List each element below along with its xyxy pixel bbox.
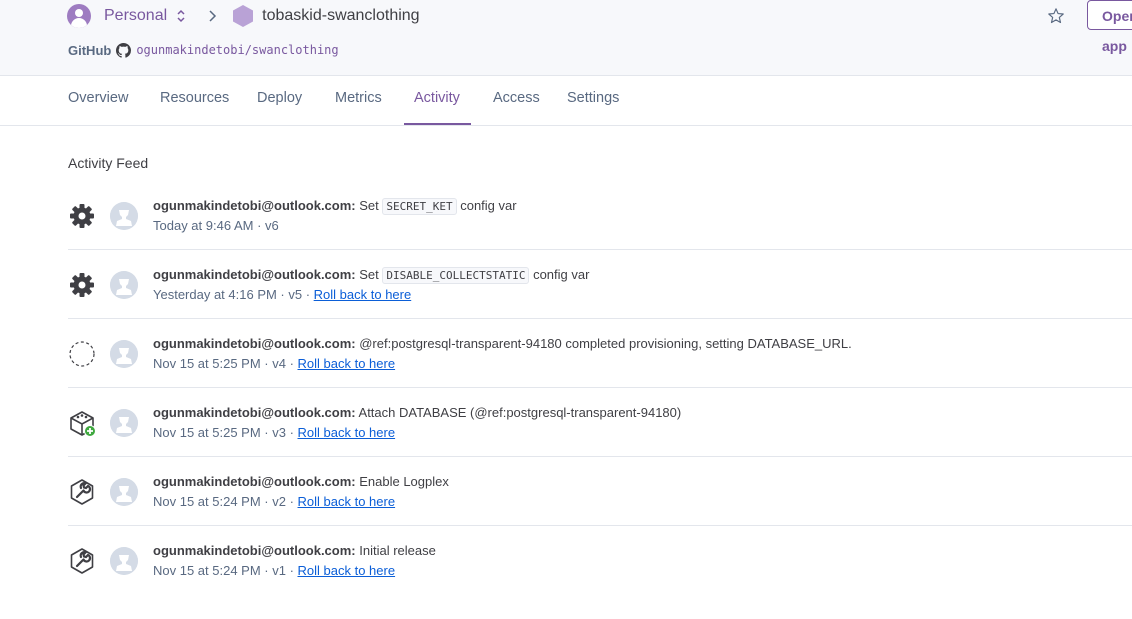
activity-text: Set: [355, 198, 383, 213]
tab-activity[interactable]: Activity: [414, 90, 460, 106]
activity-text: Enable Logplex: [355, 474, 449, 489]
user-avatar: [110, 271, 138, 299]
activity-text: Set: [355, 267, 383, 282]
user-avatar: [110, 547, 138, 575]
activity-description: ogunmakindetobi@outlook.com: Initial rel…: [153, 543, 436, 558]
user-avatar: [110, 340, 138, 368]
activity-user: ogunmakindetobi@outlook.com:: [153, 198, 356, 213]
chevron-right-icon: [209, 10, 217, 22]
tab-deploy[interactable]: Deploy: [257, 90, 302, 106]
user-avatar: [110, 478, 138, 506]
activity-timestamp: Nov 15 at 5:25 PM · v3 ·: [153, 425, 298, 440]
wrench-icon: [68, 547, 96, 575]
activity-timestamp: Today at 9:46 AM · v6: [153, 218, 279, 233]
dashed-circle-icon: [68, 340, 96, 368]
activity-description: ogunmakindetobi@outlook.com: Attach DATA…: [153, 405, 681, 420]
app-name[interactable]: tobaskid-swanclothing: [262, 7, 419, 25]
activity-meta: Nov 15 at 5:25 PM · v4 · Roll back to he…: [153, 356, 395, 371]
activity-meta: Today at 9:46 AM · v6: [153, 218, 279, 233]
config-var-name: SECRET_KET: [382, 198, 457, 215]
app-header: Personal tobaskid-swanclothing Open app …: [0, 0, 1132, 76]
activity-text: Attach DATABASE (@ref:postgresql-transpa…: [355, 405, 682, 420]
activity-timestamp: Nov 15 at 5:25 PM · v4 ·: [153, 356, 298, 371]
activity-user: ogunmakindetobi@outlook.com:: [153, 474, 356, 489]
rollback-link[interactable]: Roll back to here: [298, 563, 396, 578]
github-repo-link[interactable]: ogunmakindetobi/swanclothing: [136, 43, 338, 57]
activity-description: ogunmakindetobi@outlook.com: @ref:postgr…: [153, 336, 852, 351]
activity-text-suffix: config var: [456, 198, 517, 213]
breadcrumb: Personal tobaskid-swanclothing: [67, 4, 420, 28]
activity-description: ogunmakindetobi@outlook.com: Enable Logp…: [153, 474, 449, 489]
app-hexagon-icon: [233, 5, 254, 27]
user-avatar: [110, 409, 138, 437]
app-tabs: Overview Resources Deploy Metrics Activi…: [0, 76, 1132, 126]
personal-avatar-icon[interactable]: [67, 4, 91, 28]
activity-item: ogunmakindetobi@outlook.com: Set SECRET_…: [68, 181, 1132, 250]
activity-item: ogunmakindetobi@outlook.com: Enable Logp…: [68, 457, 1132, 526]
addon-attach-icon: [68, 409, 96, 437]
gear-icon: [68, 202, 96, 230]
wrench-icon: [68, 478, 96, 506]
activity-text: Initial release: [355, 543, 436, 558]
github-connection: GitHub ogunmakindetobi/swanclothing: [68, 42, 339, 58]
activity-user: ogunmakindetobi@outlook.com:: [153, 336, 356, 351]
tab-metrics[interactable]: Metrics: [335, 90, 382, 106]
activity-description: ogunmakindetobi@outlook.com: Set DISABLE…: [153, 267, 590, 284]
activity-timestamp: Nov 15 at 5:24 PM · v1 ·: [153, 563, 298, 578]
activity-item: ogunmakindetobi@outlook.com: Initial rel…: [68, 526, 1132, 594]
tab-overview[interactable]: Overview: [68, 90, 128, 106]
activity-feed: ogunmakindetobi@outlook.com: Set SECRET_…: [68, 181, 1132, 594]
activity-meta: Nov 15 at 5:24 PM · v1 · Roll back to he…: [153, 563, 395, 578]
rollback-link[interactable]: Roll back to here: [298, 494, 396, 509]
rollback-link[interactable]: Roll back to here: [314, 287, 412, 302]
activity-timestamp: Nov 15 at 5:24 PM · v2 ·: [153, 494, 298, 509]
activity-feed-title: Activity Feed: [68, 155, 149, 171]
github-label: GitHub: [68, 42, 112, 58]
tab-resources[interactable]: Resources: [160, 90, 229, 106]
activity-item: ogunmakindetobi@outlook.com: Attach DATA…: [68, 388, 1132, 457]
activity-meta: Yesterday at 4:16 PM · v5 · Roll back to…: [153, 287, 411, 302]
github-icon: [116, 42, 132, 58]
activity-timestamp: Yesterday at 4:16 PM · v5 ·: [153, 287, 314, 302]
open-app-button[interactable]: Open app: [1087, 0, 1132, 54]
account-switcher[interactable]: Personal: [104, 7, 167, 25]
rollback-link[interactable]: Roll back to here: [298, 356, 396, 371]
tab-settings[interactable]: Settings: [567, 90, 619, 106]
activity-meta: Nov 15 at 5:24 PM · v2 · Roll back to he…: [153, 494, 395, 509]
activity-meta: Nov 15 at 5:25 PM · v3 · Roll back to he…: [153, 425, 395, 440]
activity-user: ogunmakindetobi@outlook.com:: [153, 405, 356, 420]
updown-chevron-icon[interactable]: [176, 9, 186, 23]
activity-user: ogunmakindetobi@outlook.com:: [153, 543, 356, 558]
active-tab-indicator: [404, 123, 471, 125]
config-var-name: DISABLE_COLLECTSTATIC: [382, 267, 530, 284]
favorite-star-icon[interactable]: [1047, 7, 1065, 25]
activity-item: ogunmakindetobi@outlook.com: @ref:postgr…: [68, 319, 1132, 388]
activity-description: ogunmakindetobi@outlook.com: Set SECRET_…: [153, 198, 517, 215]
activity-text-suffix: config var: [529, 267, 590, 282]
rollback-link[interactable]: Roll back to here: [298, 425, 396, 440]
gear-icon: [68, 271, 96, 299]
tab-access[interactable]: Access: [493, 90, 540, 106]
activity-item: ogunmakindetobi@outlook.com: Set DISABLE…: [68, 250, 1132, 319]
user-avatar: [110, 202, 138, 230]
activity-user: ogunmakindetobi@outlook.com:: [153, 267, 356, 282]
activity-text: @ref:postgresql-transparent-94180 comple…: [355, 336, 852, 351]
